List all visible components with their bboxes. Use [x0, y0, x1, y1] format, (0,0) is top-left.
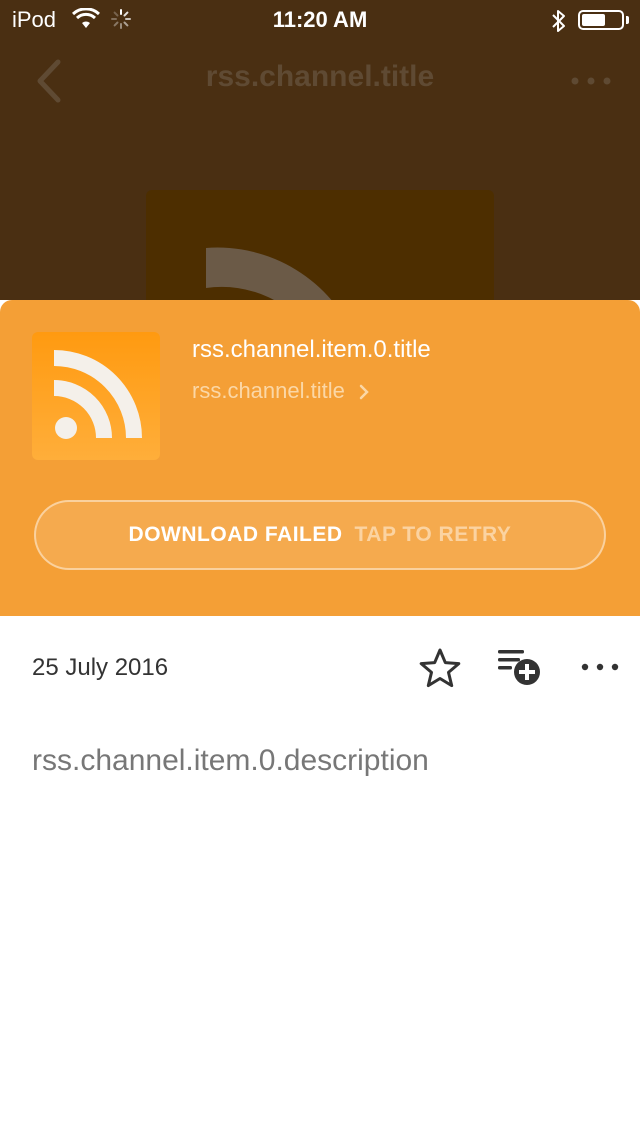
status-time: 11:20 AM	[272, 7, 368, 32]
rss-icon	[206, 247, 332, 300]
episode-date: 25 July 2016	[32, 654, 169, 681]
battery-cap	[626, 16, 629, 24]
chevron-right-icon	[359, 384, 369, 400]
episode-title: rss.channel.item.0.title	[192, 336, 431, 363]
retry-download-button[interactable]: DOWNLOAD FAILED TAP TO RETRY	[34, 500, 606, 570]
channel-link-label: rss.channel.title	[192, 378, 345, 403]
episode-panel: rss.channel.item.0.title rss.channel.tit…	[0, 300, 640, 616]
episode-description: rss.channel.item.0.description	[32, 744, 429, 777]
more-horizontal-icon	[571, 77, 611, 85]
episode-thumbnail	[32, 332, 160, 460]
retry-label: TAP TO RETRY	[354, 523, 512, 546]
navigation-bar: rss.channel.title	[0, 40, 640, 120]
download-status-label: DOWNLOAD FAILED	[128, 523, 343, 546]
star-button[interactable]	[418, 646, 462, 690]
rss-icon	[53, 350, 142, 439]
podcast-artwork	[146, 190, 494, 300]
add-to-queue-icon	[498, 650, 540, 685]
page-title: rss.channel.title	[205, 60, 435, 93]
more-options-button[interactable]	[578, 652, 622, 682]
status-bar: iPod 11:20 AM	[0, 0, 640, 40]
add-to-queue-button[interactable]	[494, 644, 546, 690]
star-outline-icon	[419, 648, 461, 688]
nav-more-button[interactable]	[566, 66, 616, 96]
battery-level	[582, 14, 605, 26]
battery-icon	[578, 10, 624, 30]
bluetooth-icon	[550, 8, 568, 40]
channel-link[interactable]: rss.channel.title	[192, 378, 371, 404]
more-horizontal-icon	[581, 663, 619, 671]
